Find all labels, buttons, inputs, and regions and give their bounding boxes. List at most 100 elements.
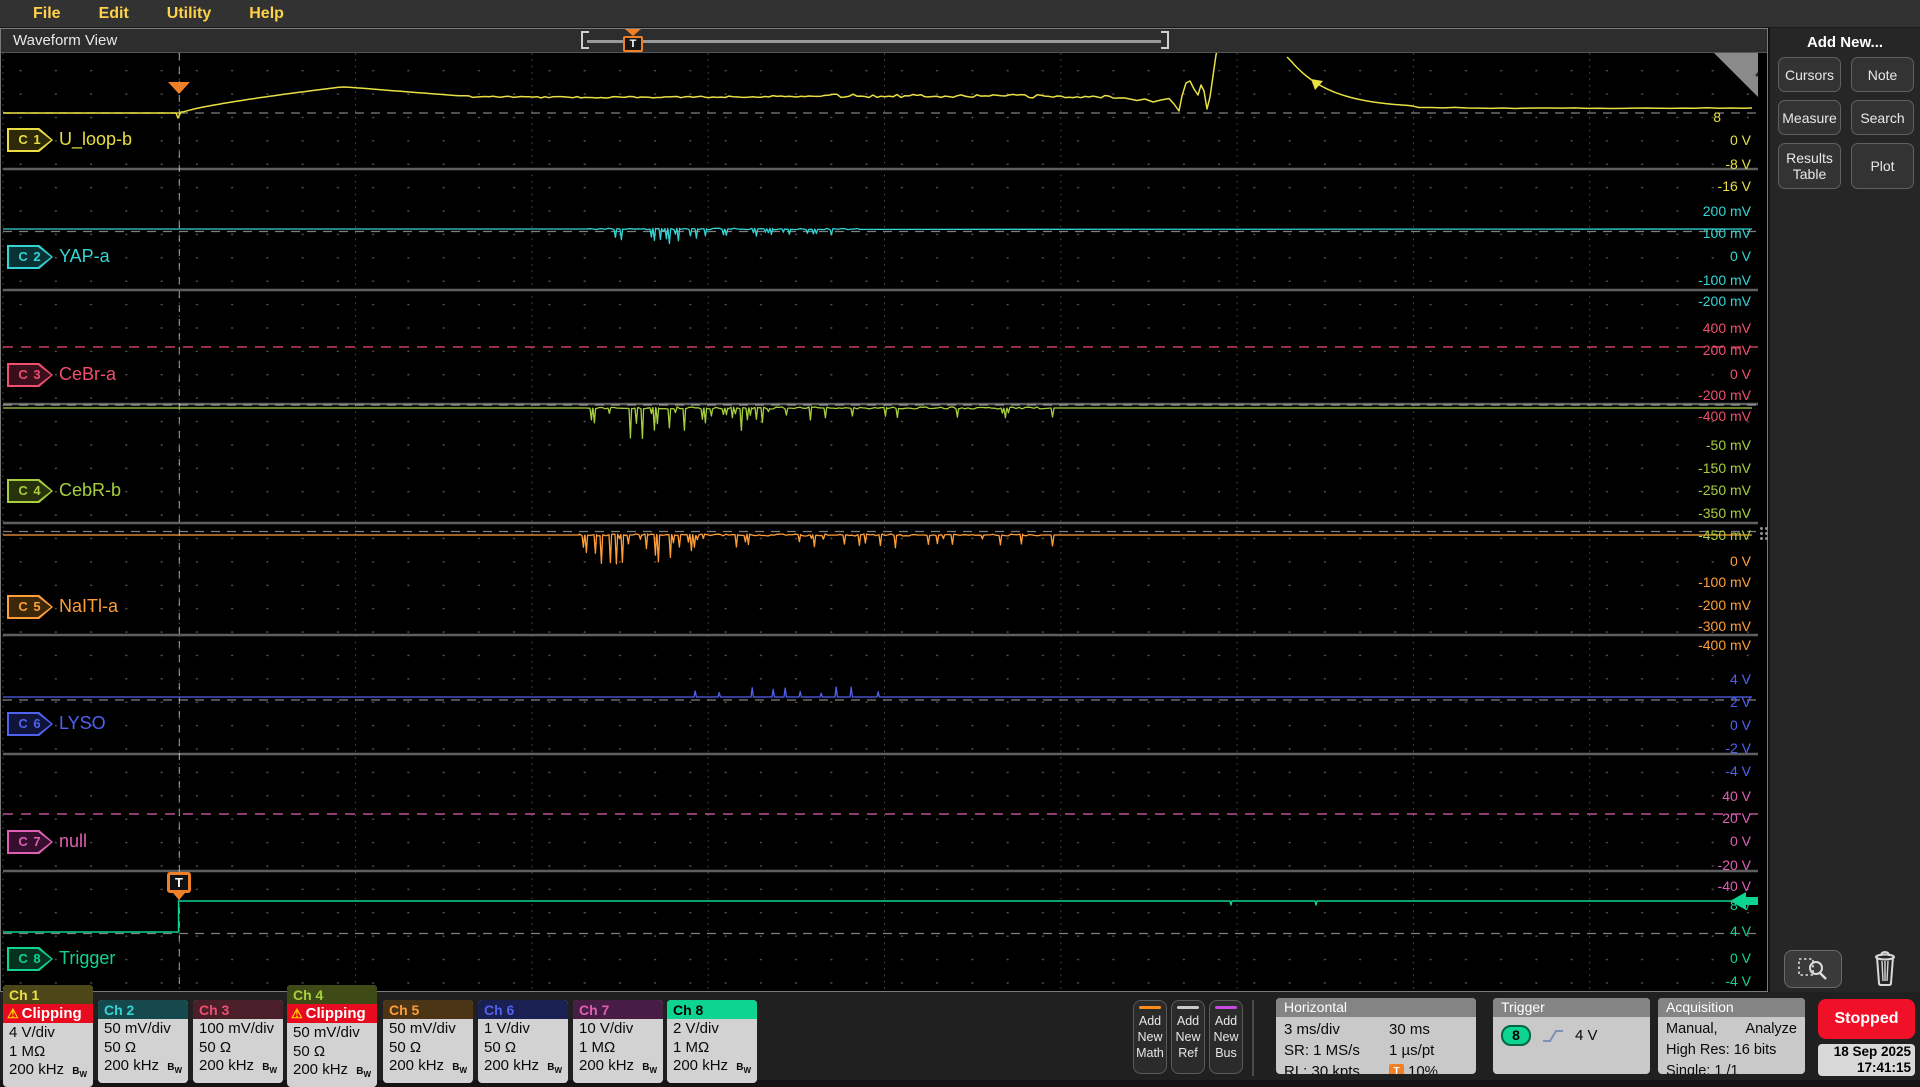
button-accent-bar [1177,1006,1199,1009]
trigger-time-flag[interactable]: T [167,872,191,900]
waveform-graticule[interactable]: 80 V-8 V-16 VC 1U_loop-b200 mV100 mV0 V-… [1,53,1758,989]
channel-name-c4[interactable]: CebR-b [59,480,121,501]
dock-channel-settings: 4 V/div1 MΩ200 kHz BW [3,1023,93,1087]
pan-bar-right-bracket[interactable] [1161,31,1169,49]
add-new-cursors-button[interactable]: Cursors [1778,57,1841,92]
dock-channel-settings: 50 mV/div50 Ω200 kHz BW [287,1023,377,1087]
axis-label-ch7: 20 V [1656,810,1751,828]
channel-name-c2[interactable]: YAP-a [59,246,110,267]
channel-scale: 2 V/div [673,1020,751,1039]
add-new-note-button[interactable]: Note [1851,57,1914,92]
axis-label-ch2: 0 V [1656,248,1751,266]
axis-label-ch3: 200 mV [1656,342,1751,360]
trigger-position-pointer-icon [625,29,641,36]
menu-item-utility[interactable]: Utility [167,5,211,23]
channel-name-c1[interactable]: U_loop-b [59,129,132,150]
channel-name-c8[interactable]: Trigger [59,948,115,969]
axis-label-ch8: 8 V [1656,897,1751,915]
dock-channel-settings: 1 V/div50 Ω200 kHz BW [478,1019,568,1083]
acquisition-count: Single: 1 /1 [1666,1061,1797,1074]
axis-label-ch5: -200 mV [1656,597,1751,615]
dock-channel-header: Ch 2 [98,1000,188,1019]
channel-scale: 50 mV/div [293,1024,371,1043]
add-new-bus-button[interactable]: AddNewBus [1209,1000,1243,1074]
pan-bar-track[interactable] [587,40,1161,43]
waveform-view-window: Waveform View T 80 V-8 V-16 VC 1U_loop-b… [0,28,1768,992]
horizontal-panel[interactable]: Horizontal 3 ms/div30 msSR: 1 MS/s1 µs/p… [1276,998,1476,1074]
dock-channel-settings: 10 V/div1 MΩ200 kHz BW [573,1019,663,1083]
channel-name-c7[interactable]: null [59,831,87,852]
channel-impedance: 50 Ω [389,1039,467,1058]
trigger-panel-title: Trigger [1493,998,1650,1017]
channel-name-c6[interactable]: LYSO [59,713,106,734]
clipping-warning: ⚠Clipping [287,1004,377,1023]
channel-bandwidth: 200 kHz BW [104,1057,182,1081]
dock-channel-badge-ch4[interactable]: Ch 4⚠Clipping50 mV/div50 Ω200 kHz BW [287,985,377,1087]
dock-channel-header: Ch 5 [383,1000,473,1019]
channel-impedance: 50 Ω [293,1043,371,1062]
channel-name-c5[interactable]: NaITl-a [59,596,118,617]
date-value: 18 Sep 2025 [1822,1044,1911,1060]
axis-label-ch2: 200 mV [1656,203,1751,221]
add-new-ref-button[interactable]: AddNewRef [1171,1000,1205,1074]
dock-channel-badge-ch5[interactable]: Ch 550 mV/div50 Ω200 kHz BW [383,1000,473,1083]
trash-button[interactable] [1866,944,1904,990]
trigger-position-indicator-icon[interactable] [168,82,190,94]
dock-channel-badge-ch8[interactable]: Ch 82 V/div1 MΩ200 kHz BW [667,1000,757,1083]
horizontal-value: SR: 1 MS/s [1284,1040,1389,1061]
menu-item-file[interactable]: File [33,5,61,23]
channel-impedance: 1 MΩ [9,1043,87,1062]
channel-tag-label: C 7 [9,832,51,852]
axis-label-ch2: -100 mV [1656,272,1751,290]
acquisition-resolution: High Res: 16 bits [1666,1040,1797,1061]
channel-tag-label: C 8 [9,949,51,969]
menu-item-help[interactable]: Help [249,5,284,23]
add-new-plot-button[interactable]: Plot [1851,143,1914,189]
add-new-results-table-button[interactable]: Results Table [1778,143,1841,189]
dock-channel-badge-ch7[interactable]: Ch 710 V/div1 MΩ200 kHz BW [573,1000,663,1083]
trash-icon [1869,947,1901,987]
horizontal-row: RL: 30 kptsT10% [1284,1061,1468,1074]
zoom-select-button[interactable] [1784,950,1842,988]
run-stop-status-button[interactable]: Stopped [1818,999,1915,1039]
channel-tag-label: C 4 [9,481,51,501]
add-new-search-button[interactable]: Search [1851,100,1914,135]
add-new-measure-button[interactable]: Measure [1778,100,1841,135]
channel-tag-label: C 6 [9,714,51,734]
trigger-level-value: 4 V [1575,1025,1598,1046]
horizontal-panel-title: Horizontal [1276,998,1476,1017]
dock-channel-badge-ch1[interactable]: Ch 1⚠Clipping4 V/div1 MΩ200 kHz BW [3,985,93,1087]
axis-label-ch5: -100 mV [1656,574,1751,592]
channel-name-c3[interactable]: CeBr-a [59,364,116,385]
channel-bandwidth: 200 kHz BW [389,1057,467,1081]
acquisition-mode2: Analyze [1745,1019,1797,1040]
dock-channel-badge-ch3[interactable]: Ch 3100 mV/div50 Ω200 kHz BW [193,1000,283,1083]
dock-channel-header: Ch 8 [667,1000,757,1019]
dock-channel-settings: 50 mV/div50 Ω200 kHz BW [98,1019,188,1083]
dock-channel-badge-ch6[interactable]: Ch 61 V/div50 Ω200 kHz BW [478,1000,568,1083]
clipping-warning: ⚠Clipping [3,1004,93,1023]
oscilloscope-app: FileEditUtilityHelp Waveform View T 80 V… [0,0,1920,1080]
axis-label-ch5: -400 mV [1656,637,1751,655]
acquisition-panel-title: Acquisition [1658,998,1805,1017]
axis-label-ch3: -400 mV [1656,408,1751,426]
menu-item-edit[interactable]: Edit [99,5,129,23]
axis-label-ch7: -40 V [1656,878,1751,896]
channel-scale: 100 mV/div [199,1020,277,1039]
warning-icon: ⚠ [291,1006,303,1022]
dock-channel-header: Ch 1 [3,985,93,1004]
trigger-panel[interactable]: Trigger 8 4 V [1493,998,1650,1074]
corner-zoom-handle[interactable] [1714,53,1758,97]
dock-channel-header: Ch 4 [287,985,377,1004]
trigger-position-marker[interactable]: T [623,36,643,52]
channel-tag-label: C 1 [9,130,51,150]
acquisition-panel[interactable]: Acquisition Manual, Analyze High Res: 16… [1658,998,1805,1074]
acquisition-mode: Manual, [1666,1019,1718,1040]
channel-tag-label: C 2 [9,247,51,267]
dock-channel-badge-ch2[interactable]: Ch 250 mV/div50 Ω200 kHz BW [98,1000,188,1083]
dock-channel-header: Ch 6 [478,1000,568,1019]
datetime-display: 18 Sep 2025 17:41:15 [1818,1044,1915,1076]
pan-bar-left-bracket[interactable] [581,31,589,49]
panel-splitter-handle[interactable] [1760,527,1768,540]
add-new-math-button[interactable]: AddNewMath [1133,1000,1167,1074]
